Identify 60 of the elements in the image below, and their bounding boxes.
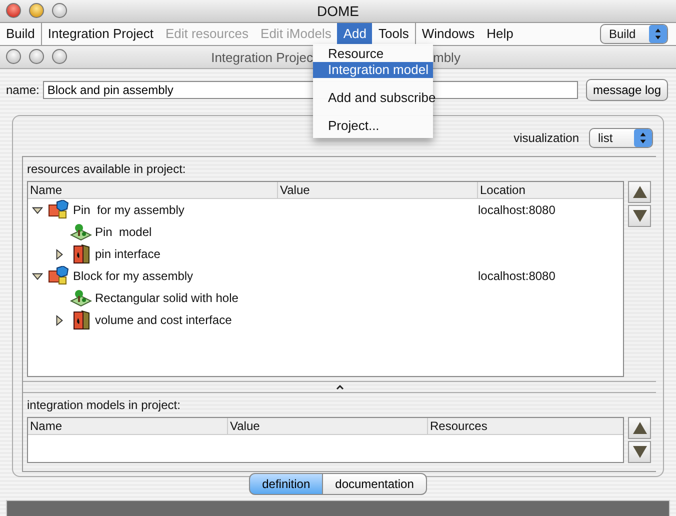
minimize-button[interactable] [29, 3, 44, 18]
close-button[interactable] [6, 49, 21, 64]
location-text: localhost:8080 [478, 203, 556, 217]
tree-item[interactable]: pin interface [95, 247, 160, 261]
close-button[interactable] [6, 3, 21, 18]
zoom-button[interactable] [52, 49, 67, 64]
column-header[interactable]: Name [28, 182, 278, 198]
down-triangle-icon [632, 444, 648, 460]
menu-item[interactable]: Resource [313, 46, 433, 62]
visualization-label: visualization [514, 131, 579, 145]
tree-tile-icon [70, 222, 92, 242]
window-title: Integration Projec [210, 50, 313, 64]
visualization-select[interactable]: list [589, 128, 653, 148]
stepper-icon [649, 25, 667, 43]
menu-item[interactable]: Integration Project [42, 23, 160, 45]
menu-item[interactable]: Integration model [313, 62, 433, 78]
column-header[interactable]: Location [478, 182, 623, 198]
cubes-icon [48, 200, 70, 220]
move-up-button[interactable] [628, 181, 651, 203]
column-header[interactable]: Value [278, 182, 478, 198]
tree-item[interactable]: Pin for my assembly [73, 203, 184, 217]
tab[interactable]: definition [249, 473, 324, 495]
column-header[interactable]: Value [228, 418, 428, 434]
window-title: DOME [317, 3, 359, 19]
section-label: integration models in project: [27, 397, 182, 413]
name-label: name: [6, 83, 40, 97]
up-triangle-icon [632, 420, 648, 436]
tree-item[interactable]: volume and cost interface [95, 313, 232, 327]
cubes-icon [48, 266, 70, 286]
collapse-triangle-icon[interactable] [32, 270, 43, 282]
move-down-button[interactable] [628, 205, 651, 227]
expand-triangle-icon[interactable] [54, 314, 65, 326]
splitter-handle[interactable] [23, 381, 656, 393]
stepper-icon [634, 129, 652, 147]
expand-triangle-icon[interactable] [54, 248, 65, 260]
menu-item[interactable]: Add [337, 23, 372, 45]
move-down-button[interactable] [628, 441, 651, 463]
menu-item[interactable]: Windows [416, 23, 481, 45]
minimize-button[interactable] [29, 49, 44, 64]
mode-select[interactable]: Build [600, 24, 668, 44]
menu-item[interactable]: Tools [372, 23, 415, 45]
menu-item[interactable]: Project... [313, 118, 433, 134]
up-triangle-icon [632, 184, 648, 200]
tab[interactable]: documentation [323, 473, 427, 495]
down-triangle-icon [632, 208, 648, 224]
zoom-button[interactable] [52, 3, 67, 18]
tree-tile-icon [70, 288, 92, 308]
column-header[interactable]: Resources [428, 418, 623, 434]
column-header[interactable]: Name [28, 418, 228, 434]
section-label: resources available in project: [27, 161, 187, 177]
move-up-button[interactable] [628, 417, 651, 439]
window-title: mbly [433, 50, 460, 64]
location-text: localhost:8080 [478, 269, 556, 283]
message-log-button[interactable]: message log [586, 79, 668, 101]
tree-item[interactable]: Pin model [95, 225, 152, 239]
menu-item[interactable]: Build [0, 23, 41, 45]
tree-item[interactable]: Rectangular solid with hole [95, 291, 238, 305]
tree-item[interactable]: Block for my assembly [73, 269, 194, 283]
collapse-triangle-icon[interactable] [32, 204, 43, 216]
menu-item[interactable]: Help [480, 23, 520, 45]
